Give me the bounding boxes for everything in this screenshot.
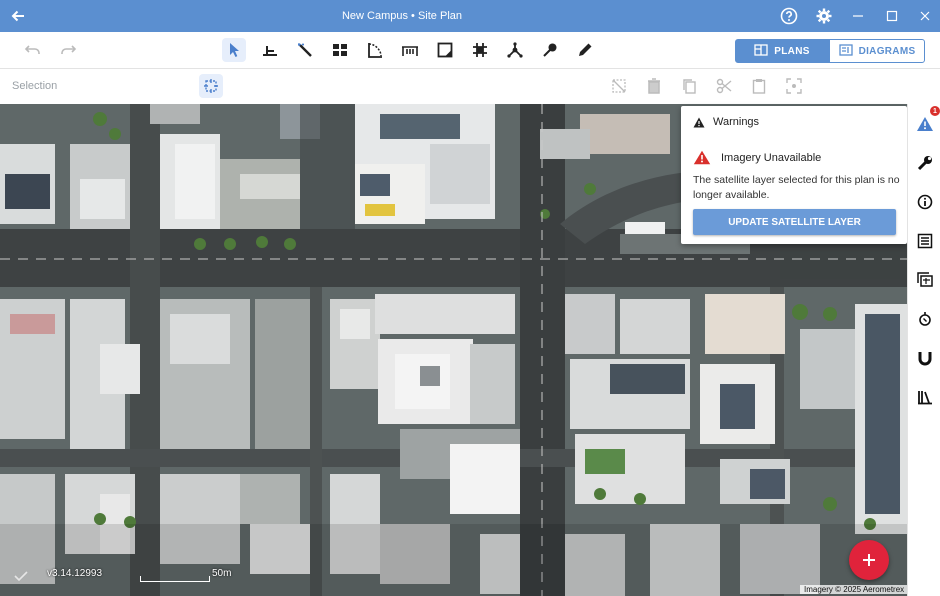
warnings-header: Warnings [693,116,759,128]
right-sidebar [907,104,940,596]
warnings-title: Warnings [713,116,760,128]
selection-label: Selection [12,80,58,92]
plans-icon [754,43,768,59]
update-satellite-layer-button[interactable]: UPDATE SATELLITE LAYER [693,209,896,235]
check-icon [14,571,28,582]
selection-bar: Selection [0,69,940,104]
help-icon[interactable] [779,6,799,26]
warnings-panel: Warnings Imagery Unavailable The satelli… [681,106,907,244]
close-icon[interactable] [915,6,935,26]
plus-icon [863,554,875,566]
scale-bar [140,576,210,582]
window-title: New Campus • Site Plan [341,10,462,22]
measure-tool-icon[interactable] [398,38,422,62]
marker-tool-icon[interactable] [538,38,562,62]
undo-icon[interactable] [21,38,45,62]
plans-tab[interactable]: PLANS [735,39,829,63]
app-version: v3.14.12993 [47,568,103,579]
grid-tool-icon[interactable] [328,38,352,62]
delete-icon[interactable] [642,74,666,98]
copy-icon[interactable] [677,74,701,98]
imagery-credit: Imagery © 2025 Aerometrex [800,585,909,594]
paste-icon[interactable] [747,74,771,98]
plans-label: PLANS [774,45,810,57]
select-arrow-icon[interactable] [222,38,246,62]
title-bar: New Campus • Site Plan [0,0,940,32]
focus-icon[interactable] [782,74,806,98]
layers-icon[interactable] [913,268,937,292]
alert-triangle-icon [693,150,711,165]
maximize-icon[interactable] [882,6,902,26]
list-icon[interactable] [913,229,937,253]
diagrams-tab[interactable]: DIAGRAMS [829,39,925,63]
network-tool-icon[interactable] [503,38,527,62]
diagrams-label: DIAGRAMS [858,45,916,57]
main-toolbar: PLANS DIAGRAMS [0,32,940,69]
issue-message: The satellite layer selected for this pl… [693,174,900,201]
warning-item: Imagery Unavailable [693,150,821,165]
wrench-icon[interactable] [913,151,937,175]
info-icon[interactable] [913,190,937,214]
cut-icon[interactable] [712,74,736,98]
magnet-icon[interactable] [913,346,937,370]
issue-title: Imagery Unavailable [721,151,822,164]
minimize-icon[interactable] [848,6,868,26]
warning-count-badge: 1 [930,106,940,116]
add-button[interactable] [849,540,889,580]
curve-tool-icon[interactable] [363,38,387,62]
view-switcher: PLANS DIAGRAMS [735,39,925,63]
redo-icon[interactable] [56,38,80,62]
hash-tool-icon[interactable] [468,38,492,62]
sun-icon[interactable] [913,307,937,331]
deselect-icon[interactable] [607,74,631,98]
scale-label: 50m [212,568,232,579]
warning-small-icon [693,117,705,127]
library-icon[interactable] [913,385,937,409]
shape-tool-icon[interactable] [433,38,457,62]
wand-tool-icon[interactable] [293,38,317,62]
gear-icon[interactable] [814,6,834,26]
marquee-select-icon[interactable] [199,74,223,98]
level-tool-icon[interactable] [258,38,282,62]
pencil-icon[interactable] [573,38,597,62]
diagrams-icon [838,43,853,59]
